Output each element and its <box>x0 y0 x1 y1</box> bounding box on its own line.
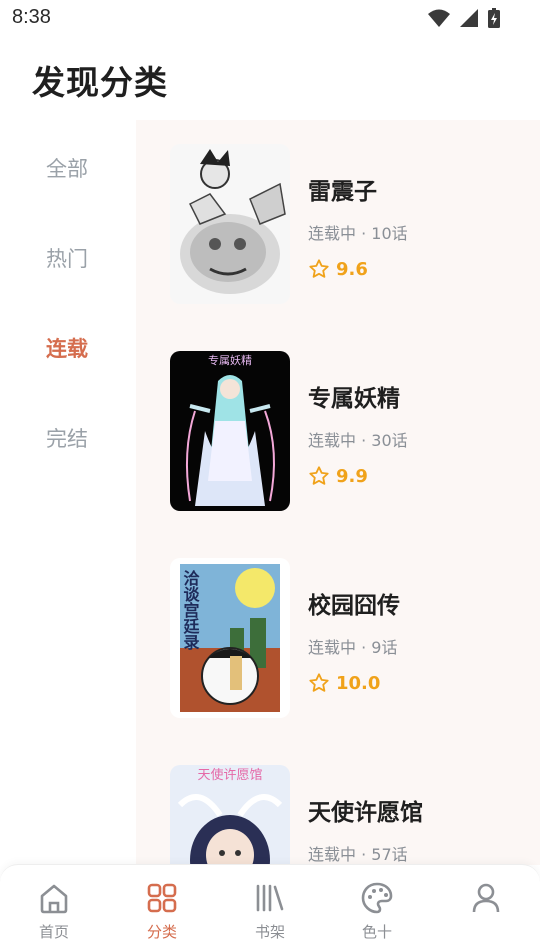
tab-profile[interactable] <box>446 881 526 921</box>
comic-title: 天使许愿馆 <box>308 800 423 826</box>
comic-cover: 专属妖精 <box>170 351 290 511</box>
tab-bookshelf[interactable]: 书架 <box>230 881 310 942</box>
comic-card[interactable]: 雷震子 连载中 · 10话 9.6 <box>170 144 530 304</box>
signal-icon <box>460 9 478 27</box>
bookshelf-icon <box>256 884 284 912</box>
comic-cover: 天使许愿馆 <box>170 765 290 865</box>
comic-meta: 连载中 · 30话 <box>308 431 408 450</box>
comic-meta: 连载中 · 57话 <box>308 845 408 864</box>
cover-title: 专属妖精 <box>208 353 252 367</box>
palette-icon <box>361 882 393 914</box>
sidebar-item-hot[interactable]: 热门 <box>0 243 134 273</box>
bottom-tab-bar: 首页 分类 书架 色十 <box>0 864 540 943</box>
cover-title: 天使许愿馆 <box>197 767 262 783</box>
tab-label: 书架 <box>254 923 285 941</box>
status-bar: 8:38 <box>0 0 540 36</box>
star-icon <box>309 466 329 485</box>
comic-title: 专属妖精 <box>308 386 400 412</box>
status-icons <box>428 8 500 28</box>
comic-title: 雷震子 <box>308 179 377 205</box>
sidebar-item-completed[interactable]: 完结 <box>0 423 134 453</box>
star-icon <box>309 259 329 278</box>
comic-card[interactable]: 洽谈宫廷录 校园囧传 连载中 · 9话 10.0 <box>170 558 530 718</box>
tab-theme[interactable]: 色十 <box>337 881 417 942</box>
tab-label: 分类 <box>146 923 177 941</box>
comic-cover <box>170 144 290 304</box>
tab-label: 色十 <box>361 923 392 941</box>
tab-label: 首页 <box>38 923 69 941</box>
comic-meta: 连载中 · 10话 <box>308 224 408 243</box>
tab-category[interactable]: 分类 <box>122 881 202 942</box>
comic-card[interactable]: 天使许愿馆 天使许愿馆 连载中 · 57话 <box>170 765 530 865</box>
status-time: 8:38 <box>12 6 51 28</box>
comic-list: 雷震子 连载中 · 10话 9.6 专属妖精 专属妖精 连载中 · 30话 9.… <box>136 120 540 865</box>
rating-value: 9.6 <box>336 258 368 280</box>
comic-cover: 洽谈宫廷录 <box>170 558 290 718</box>
battery-icon <box>488 8 500 28</box>
wifi-icon <box>428 9 450 27</box>
comic-rating: 9.9 <box>308 465 408 487</box>
rating-value: 9.9 <box>336 465 368 487</box>
comic-rating: 9.6 <box>308 258 408 280</box>
rating-value: 10.0 <box>336 672 381 694</box>
cover-title: 洽谈宫廷录 <box>181 569 201 651</box>
home-icon <box>40 884 68 914</box>
grid-icon <box>147 883 177 913</box>
sidebar-item-serializing[interactable]: 连载 <box>0 333 134 363</box>
comic-card[interactable]: 专属妖精 专属妖精 连载中 · 30话 9.9 <box>170 351 530 511</box>
comic-title: 校园囧传 <box>308 593 400 619</box>
tab-home[interactable]: 首页 <box>14 881 94 942</box>
sidebar-item-all[interactable]: 全部 <box>0 153 134 183</box>
comic-rating: 10.0 <box>308 672 400 694</box>
category-sidebar: 全部 热门 连载 完结 <box>0 120 136 865</box>
page-title: 发现分类 <box>32 63 168 102</box>
star-icon <box>309 673 329 692</box>
comic-meta: 连载中 · 9话 <box>308 638 398 657</box>
user-icon <box>472 883 500 913</box>
